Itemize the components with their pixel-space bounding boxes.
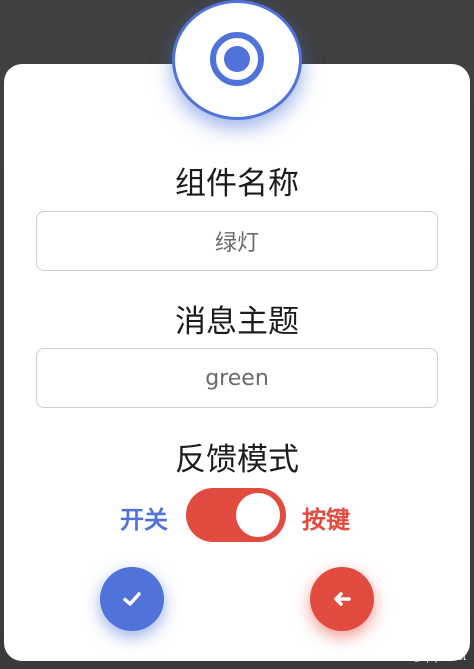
message-topic-input[interactable]: green [36, 348, 438, 408]
feedback-mode-switch[interactable] [186, 488, 286, 542]
component-name-input[interactable]: 绿灯 [36, 211, 438, 271]
dialog-badge [172, 0, 302, 120]
back-button[interactable] [310, 567, 374, 631]
toggle-switch-label: 开关 [120, 506, 168, 534]
component-name-label: 组件名称 [175, 166, 299, 202]
toggle-button-label: 按键 [302, 506, 350, 534]
watermark-text: CSDN @qdprobot [377, 651, 466, 663]
arrow-left-icon [334, 592, 351, 606]
feedback-mode-toggle-row: 开关 按键 [0, 488, 474, 542]
check-icon [123, 592, 141, 606]
confirm-button[interactable] [100, 567, 164, 631]
target-icon [210, 32, 264, 86]
switch-knob[interactable] [236, 493, 280, 537]
message-topic-label: 消息主题 [175, 304, 299, 340]
feedback-mode-label: 反馈模式 [175, 442, 299, 478]
